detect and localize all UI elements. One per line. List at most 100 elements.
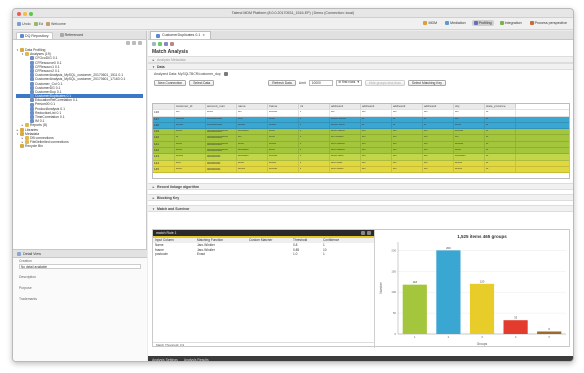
chart-data-label: 6: [548, 327, 550, 331]
table-cell: ***: [392, 154, 423, 160]
table-cell: ***: [392, 148, 423, 154]
toolbar-edit[interactable]: Ed: [33, 21, 43, 26]
table-cell: *******: [454, 129, 485, 135]
persp-process[interactable]: Process perspective: [528, 20, 569, 26]
edit-data-icon[interactable]: [223, 72, 228, 76]
table-cell: ***: [423, 166, 454, 173]
column-header[interactable]: address4: [423, 104, 454, 110]
table-cell: ***: [361, 166, 392, 173]
chevron-right-icon[interactable]: ▸: [21, 123, 24, 127]
left-tabs: DQ Repository Referenced: [13, 31, 146, 40]
save-icon[interactable]: [152, 42, 156, 46]
persp-mdm[interactable]: MDM: [421, 20, 439, 26]
limit-input[interactable]: 10000: [308, 79, 333, 86]
table-cell: ***: [392, 141, 423, 148]
refresh-data-button[interactable]: Refresh Data: [268, 79, 296, 86]
column-header[interactable]: fname: [268, 104, 299, 110]
referenced-icon: [59, 33, 64, 37]
toolbar-undo[interactable]: Undo: [17, 21, 31, 26]
table-cell: *************: [206, 122, 237, 129]
column-header[interactable]: state_province: [485, 104, 516, 110]
table-cell: ***: [237, 110, 268, 116]
chart-ytick: 0: [394, 332, 396, 336]
close-tab-icon[interactable]: ✕: [202, 32, 205, 39]
hide-groups-button[interactable]: Hide groups less than: [364, 79, 405, 86]
chart-xtick: 5: [548, 335, 550, 339]
section-blocking-key[interactable]: ▸ Blocking Key: [148, 194, 573, 201]
remove-rule-icon[interactable]: [367, 231, 371, 235]
tab-dq-repository[interactable]: DQ Repository: [16, 31, 53, 39]
column-header[interactable]: address1: [330, 104, 361, 110]
chevron-down-icon[interactable]: ▾: [16, 48, 19, 52]
table-cell: ******: [175, 154, 206, 160]
column-header[interactable]: mi: [299, 104, 330, 110]
toolbar-welcome[interactable]: Welcome: [46, 21, 66, 26]
zoom-icon[interactable]: [29, 11, 33, 16]
column-header[interactable]: customer_id: [175, 104, 206, 110]
table-cell: ***: [423, 129, 454, 135]
detail-value: No detail available: [19, 264, 141, 269]
welcome-icon: [46, 21, 50, 26]
tab-analysis-results[interactable]: Analysis Results: [184, 358, 209, 362]
table-cell: ***: [361, 129, 392, 135]
persp-integration[interactable]: Integration: [498, 20, 524, 26]
column-header[interactable]: address2: [361, 104, 392, 110]
tab-referenced[interactable]: Referenced: [57, 32, 87, 38]
column-header[interactable]: name: [237, 104, 268, 110]
title-bar: Talend MDM Platform (8.0.0.20170531_1516…: [13, 9, 573, 18]
refresh-icon[interactable]: [164, 42, 168, 46]
run-icon[interactable]: [158, 42, 162, 46]
link-icon[interactable]: [132, 41, 136, 45]
table-cell: **: [485, 154, 516, 160]
collapse-icon[interactable]: [126, 41, 130, 45]
chart-bar: [436, 250, 461, 334]
analyzed-data: Analyzed Data: MySQLTBCR/customer_dup: [148, 70, 573, 78]
section-match-survivor[interactable]: ▾ Match and Survivor: [148, 205, 573, 212]
add-rule-icon[interactable]: [361, 231, 365, 235]
tree-item[interactable]: Recycle Bin: [16, 144, 143, 149]
tab-analysis-settings[interactable]: Analysis Settings: [152, 358, 178, 362]
order-select[interactable]: in first rows ▾: [335, 79, 362, 86]
menu-icon[interactable]: [138, 41, 142, 45]
table-cell: **: [423, 116, 454, 122]
window-controls[interactable]: [17, 11, 33, 16]
table-cell: ***: [361, 154, 392, 160]
report-icon[interactable]: [170, 42, 174, 46]
editor-toolbar: [148, 40, 573, 48]
chevron-down-icon[interactable]: ▾: [21, 52, 24, 56]
table-cell: ******: [268, 160, 299, 166]
column-header[interactable]: city: [454, 104, 485, 110]
expand-icon: ▸: [152, 57, 155, 62]
app-window: Talend MDM Platform (8.0.0.20170531_1516…: [12, 8, 574, 362]
section-record-linkage[interactable]: ▸ Record linkage algorithm: [148, 183, 573, 190]
editor-tab[interactable]: CustomerDuplicates 0.1 ✕: [150, 31, 211, 39]
table-cell: ****** ******: [330, 116, 361, 122]
table-cell: ***: [392, 129, 423, 135]
column-header[interactable]: account_num: [206, 104, 237, 110]
select-matching-key-button[interactable]: Select Matching Key: [407, 79, 446, 86]
detail-label-description: Description: [19, 275, 36, 279]
chart-ytick: 50: [393, 311, 397, 315]
table-cell: *****: [175, 148, 206, 154]
limit-label: Limit: [298, 80, 306, 85]
detail-icon: [17, 251, 21, 256]
integration-icon: [499, 21, 504, 25]
table-row[interactable]: 145 ***** 00000000 ****** ******* * **** *****…: [153, 166, 569, 174]
column-header[interactable]: address3: [392, 104, 423, 110]
match-rule-table: match Rule 1 Input Column Matching Functi…: [153, 230, 375, 348]
persp-mediation[interactable]: Mediation: [443, 20, 468, 26]
table-cell: *****: [206, 110, 237, 116]
match-rule-header[interactable]: match Rule 1: [153, 230, 374, 238]
minimize-icon[interactable]: [23, 11, 27, 16]
close-icon[interactable]: [17, 11, 21, 16]
section-analysis-metadata[interactable]: ▸ Analysis Metadata: [148, 56, 573, 63]
select-data-button[interactable]: Select Data: [189, 79, 215, 86]
section-data[interactable]: ▾ Data: [148, 63, 573, 70]
new-connection-button[interactable]: New Connection: [154, 79, 187, 86]
persp-profiling[interactable]: Profiling: [471, 20, 494, 26]
table-cell: ***: [361, 141, 392, 148]
chevron-down-icon[interactable]: ▾: [16, 132, 19, 136]
table-cell: ******: [237, 122, 268, 129]
match-row[interactable]: postcode Exact 1.0 1: [153, 252, 374, 257]
mediation-icon: [445, 21, 450, 25]
